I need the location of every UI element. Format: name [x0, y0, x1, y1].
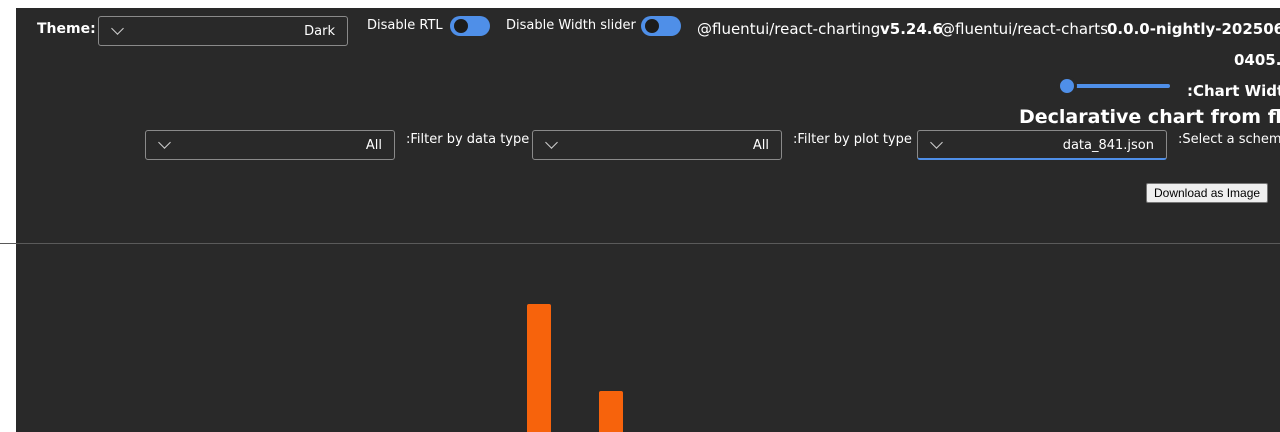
- schema-dropdown-value: data_841.json: [1062, 138, 1154, 153]
- data-type-filter-label: :Filter by data type: [406, 132, 530, 147]
- divider: [16, 243, 1280, 244]
- chart-width-slider-track[interactable]: [1068, 84, 1170, 88]
- data-type-dropdown-value: All: [365, 138, 382, 153]
- schema-dropdown[interactable]: data_841.json: [917, 130, 1167, 160]
- toggle-knob: [454, 19, 468, 33]
- chevron-down-icon: [158, 136, 171, 149]
- left-divider: [0, 243, 16, 244]
- toggle-knob: [645, 19, 659, 33]
- chart-width-label: :Chart Width: [1187, 82, 1280, 100]
- data-type-dropdown[interactable]: All: [145, 130, 395, 160]
- theme-dropdown[interactable]: Dark: [98, 16, 348, 46]
- chart-width-slider-thumb[interactable]: [1057, 76, 1077, 96]
- charts-package-name: @fluentui/react-charts: [940, 20, 1108, 38]
- chart-bar: [527, 304, 551, 432]
- plot-type-filter-label: :Filter by plot type: [793, 132, 912, 147]
- disable-rtl-label: Disable RTL: [367, 18, 443, 33]
- theme-label: Theme:: [37, 21, 96, 37]
- disable-width-slider-label: Disable Width slider: [506, 18, 636, 33]
- plot-type-dropdown-value: All: [752, 138, 769, 153]
- disable-width-slider-toggle[interactable]: [641, 16, 681, 36]
- chevron-down-icon: [111, 22, 124, 35]
- disable-rtl-toggle[interactable]: [450, 16, 490, 36]
- charting-package-name: @fluentui/react-charting: [697, 20, 881, 38]
- chevron-down-icon: [930, 136, 943, 149]
- schema-select-label: :Select a schema: [1178, 132, 1280, 147]
- plot-type-dropdown[interactable]: All: [532, 130, 782, 160]
- charting-version: v5.24.6: [880, 20, 943, 38]
- chevron-down-icon: [545, 136, 558, 149]
- theme-dropdown-value: Dark: [304, 24, 335, 39]
- page-title: Declarative chart from fluent: [1019, 106, 1280, 128]
- download-image-button[interactable]: Download as Image: [1146, 183, 1269, 203]
- chart-bar: [599, 391, 623, 432]
- charts-version: 0.0.0-nightly-20250618-: [1107, 20, 1280, 38]
- charts-version-cont: 0405.1: [1234, 51, 1280, 69]
- app-panel: Theme: Dark Disable RTL Disable Width sl…: [16, 8, 1280, 432]
